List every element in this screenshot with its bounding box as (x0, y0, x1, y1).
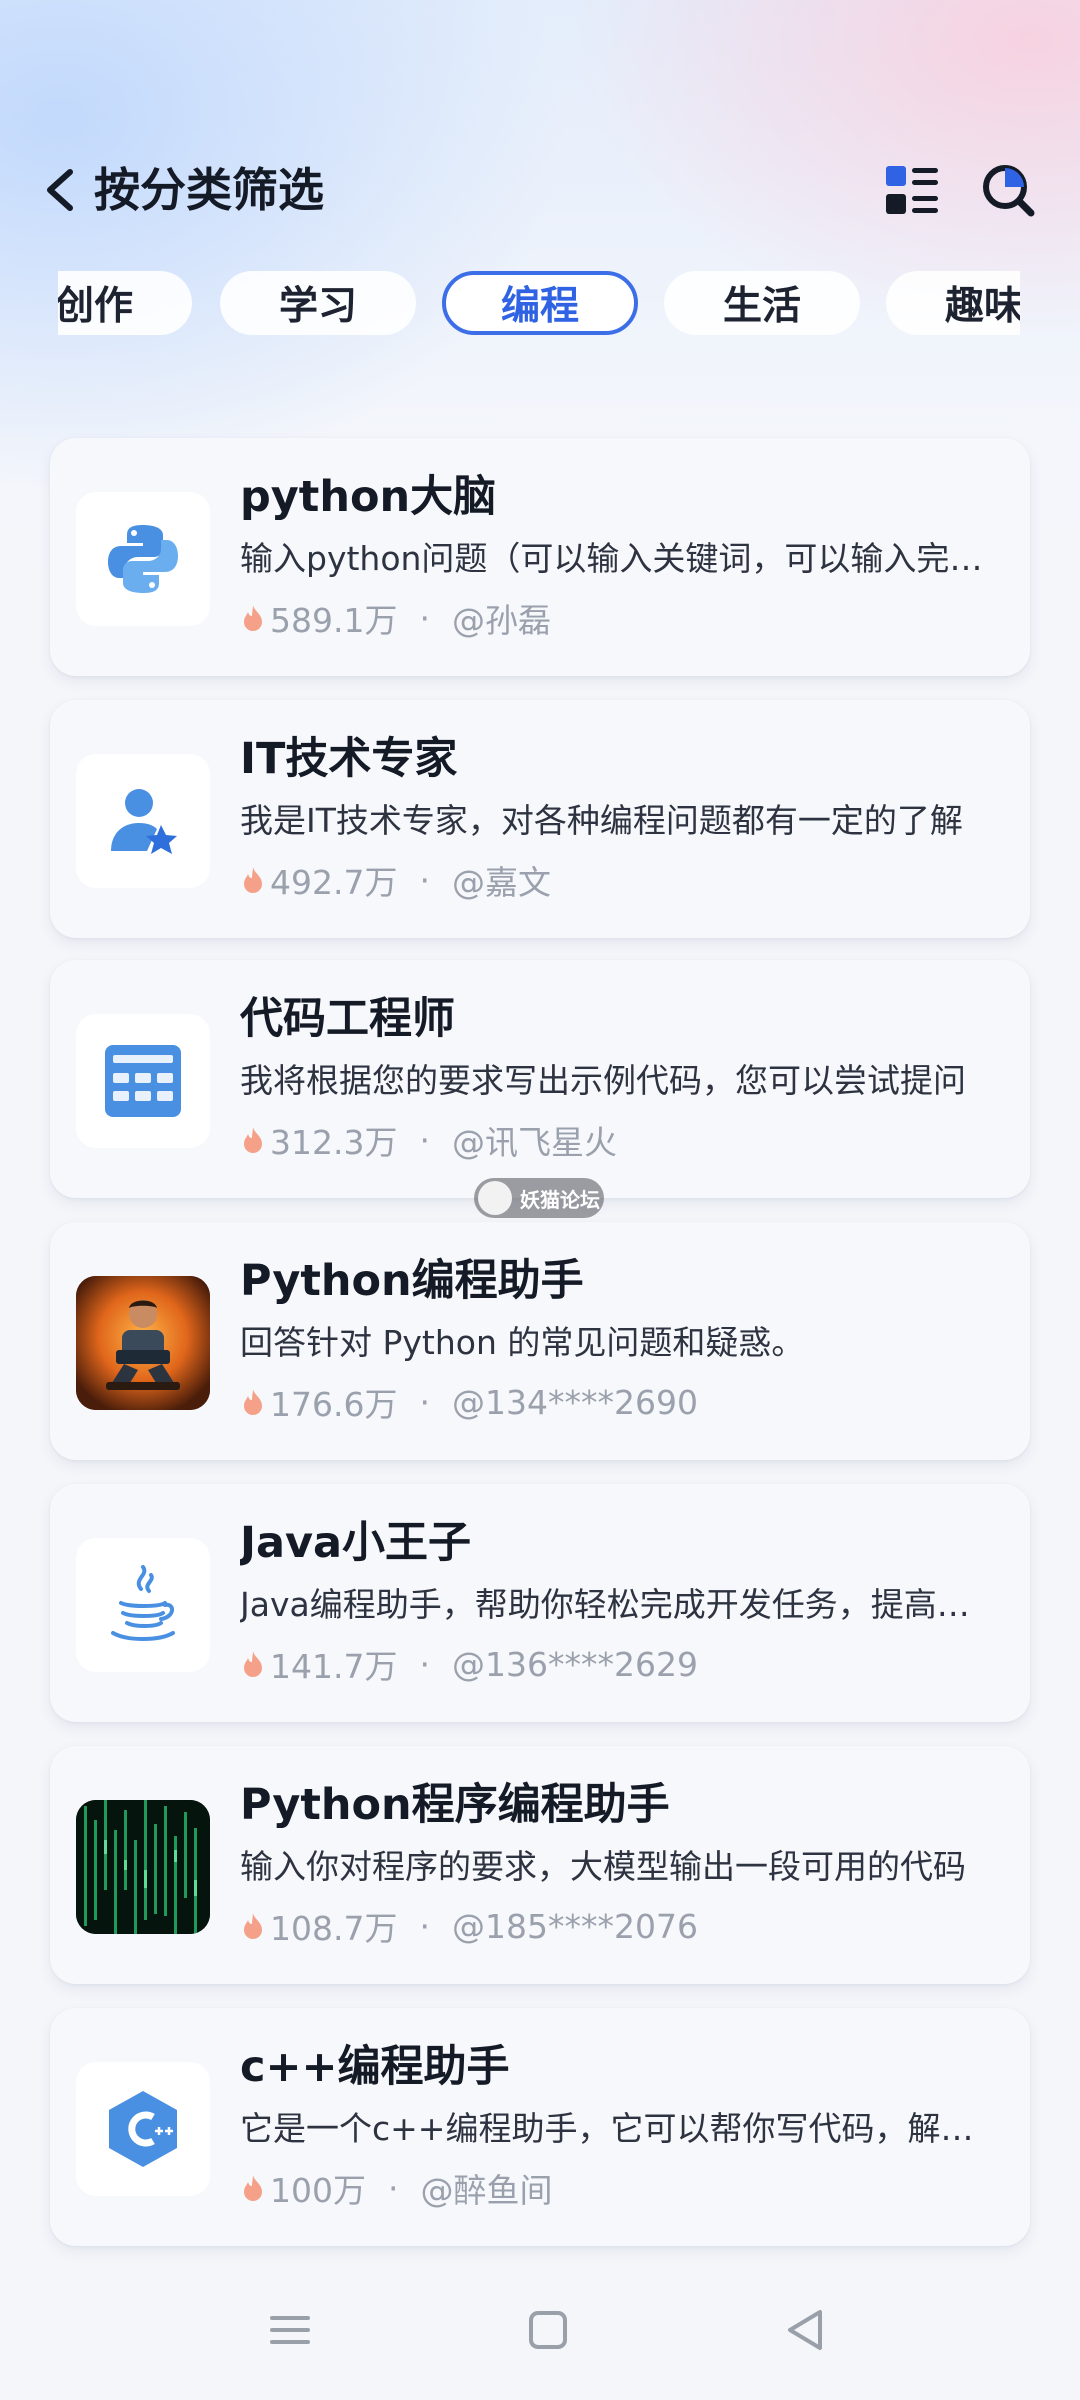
item-author: @134****2690 (451, 1382, 698, 1422)
item-meta: 176.6万 · @134****2690 (240, 1377, 698, 1427)
triangle-back-icon (788, 2310, 822, 2350)
python-icon (76, 492, 210, 626)
separator-dot: · (419, 1120, 430, 1160)
tab-quwei[interactable]: 趣味 (886, 271, 1020, 335)
programmer-avatar-icon (76, 1276, 210, 1410)
item-meta: 141.7万 · @136****2629 (240, 1639, 698, 1689)
item-popularity: 176.6万 (270, 1385, 398, 1424)
item-popularity: 108.7万 (270, 1909, 398, 1948)
item-popularity: 141.7万 (270, 1647, 398, 1686)
item-meta: 108.7万 · @185****2076 (240, 1901, 698, 1951)
flame-icon (244, 2175, 262, 2201)
home-button[interactable] (518, 2300, 578, 2360)
item-title: 代码工程师 (240, 994, 455, 1044)
user-star-icon (76, 754, 210, 888)
category-tabs: 创作 学习 编程 生活 趣味 (58, 268, 1020, 338)
separator-dot: · (419, 598, 430, 638)
item-popularity: 492.7万 (270, 863, 398, 902)
search-icon (983, 165, 1035, 217)
flame-icon (244, 1389, 262, 1415)
item-description: Java编程助手，帮助你轻松完成开发任务，提高效率 (240, 1585, 1000, 1624)
java-icon (76, 1538, 210, 1672)
item-title: python大脑 (240, 472, 497, 522)
list-item[interactable]: IT技术专家 我是IT技术专家，对各种编程问题都有一定的了解 492.7万 · … (50, 700, 1030, 938)
separator-dot: · (419, 1906, 430, 1946)
item-title: c++编程助手 (240, 2042, 510, 2092)
item-description: 我是IT技术专家，对各种编程问题都有一定的了解 (240, 801, 963, 840)
watermark-logo-icon (478, 1181, 512, 1215)
item-author: @讯飞星火 (451, 1123, 617, 1162)
tab-chuangzuo[interactable]: 创作 (58, 271, 192, 335)
item-meta: 312.3万 · @讯飞星火 (240, 1115, 617, 1165)
item-popularity: 312.3万 (270, 1123, 398, 1162)
list-item[interactable]: Java小王子 Java编程助手，帮助你轻松完成开发任务，提高效率 141.7万… (50, 1484, 1030, 1722)
item-meta: 492.7万 · @嘉文 (240, 855, 551, 905)
flame-icon (244, 867, 262, 893)
menu-icon (270, 2316, 310, 2344)
item-popularity: 589.1万 (270, 601, 398, 640)
item-title: Java小王子 (240, 1518, 472, 1568)
list-item[interactable]: 代码工程师 我将根据您的要求写出示例代码，您可以尝试提问 312.3万 · @讯… (50, 960, 1030, 1198)
item-title: Python程序编程助手 (240, 1780, 670, 1830)
page-title: 按分类筛选 (94, 163, 324, 217)
item-description: 输入python问题（可以输入关键词，可以输入完整问题） (240, 539, 1000, 578)
list-item[interactable]: Python程序编程助手 输入你对程序的要求，大模型输出一段可用的代码 108.… (50, 1746, 1030, 1984)
search-button[interactable] (976, 158, 1040, 222)
list-item[interactable]: python大脑 输入python问题（可以输入关键词，可以输入完整问题） 58… (50, 438, 1030, 676)
grid-list-icon (886, 166, 938, 214)
tab-xuexi[interactable]: 学习 (220, 271, 416, 335)
code-matrix-icon (76, 1800, 210, 1934)
square-home-icon (529, 2311, 567, 2349)
cpp-icon (76, 2062, 210, 2196)
item-description: 它是一个c++编程助手，它可以帮你写代码，解答问题 (240, 2109, 1000, 2148)
item-description: 我将根据您的要求写出示例代码，您可以尝试提问 (240, 1061, 966, 1100)
list-item[interactable]: c++编程助手 它是一个c++编程助手，它可以帮你写代码，解答问题 100万 ·… (50, 2008, 1030, 2246)
watermark-text: 妖猫论坛 (520, 1187, 600, 1212)
header-bar: 按分类筛选 (0, 140, 1080, 240)
item-description: 输入你对程序的要求，大模型输出一段可用的代码 (240, 1847, 966, 1886)
item-description: 回答针对 Python 的常见问题和疑惑。 (240, 1323, 805, 1362)
flame-icon (244, 1651, 262, 1677)
item-title: IT技术专家 (240, 734, 458, 784)
view-toggle-button[interactable] (880, 158, 944, 222)
tab-shenghuo[interactable]: 生活 (664, 271, 860, 335)
system-navigation-bar (0, 2270, 1080, 2400)
item-author: @孙磊 (451, 601, 551, 640)
item-title: Python编程助手 (240, 1256, 584, 1306)
item-author: @185****2076 (451, 1906, 698, 1946)
system-back-button[interactable] (776, 2300, 836, 2360)
separator-dot: · (419, 1644, 430, 1684)
item-author: @醉鱼间 (420, 2171, 553, 2210)
separator-dot: · (388, 2168, 399, 2208)
item-author: @嘉文 (451, 863, 551, 902)
keyboard-icon (76, 1014, 210, 1148)
tab-biancheng[interactable]: 编程 (442, 271, 638, 335)
forum-watermark: 妖猫论坛 (474, 1178, 604, 1218)
item-meta: 589.1万 · @孙磊 (240, 593, 551, 643)
recents-button[interactable] (260, 2300, 320, 2360)
item-popularity: 100万 (270, 2171, 366, 2210)
separator-dot: · (419, 1382, 430, 1422)
list-item[interactable]: Python编程助手 回答针对 Python 的常见问题和疑惑。 176.6万 … (50, 1222, 1030, 1460)
flame-icon (244, 1913, 262, 1939)
item-meta: 100万 · @醉鱼间 (240, 2163, 553, 2213)
item-author: @136****2629 (451, 1644, 698, 1684)
flame-icon (244, 605, 262, 631)
flame-icon (244, 1127, 262, 1153)
back-button[interactable] (40, 160, 84, 220)
separator-dot: · (419, 860, 430, 900)
chevron-left-icon (47, 169, 73, 211)
